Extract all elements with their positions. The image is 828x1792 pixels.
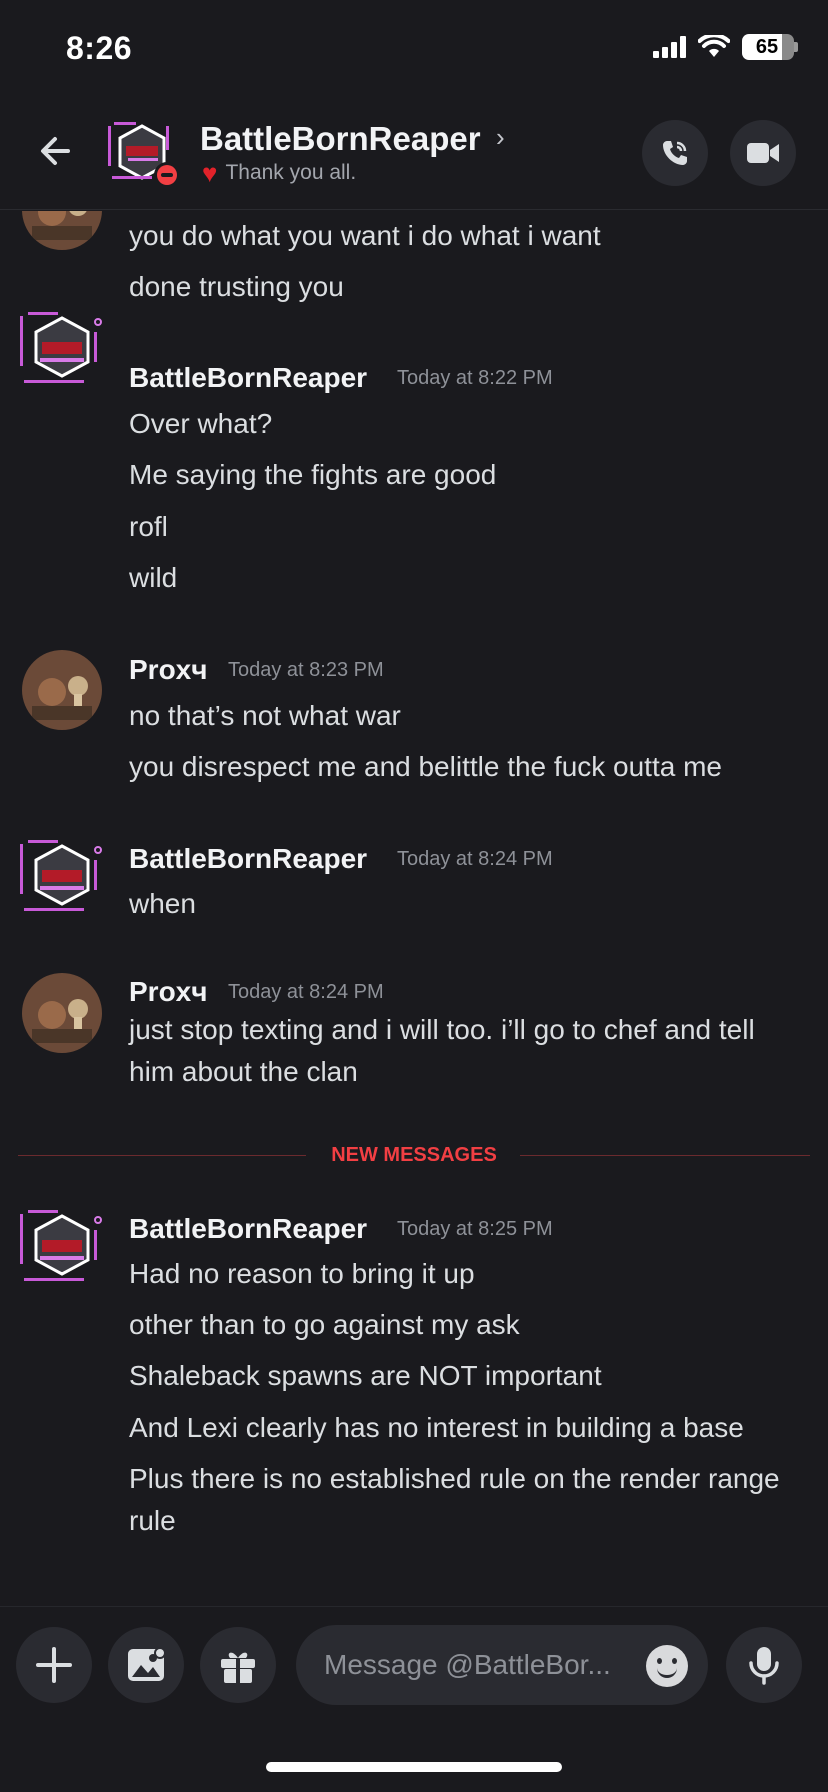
message-text: you disrespect me and belittle the fuck … bbox=[129, 751, 722, 782]
new-messages-divider: NEW MESSAGES bbox=[18, 1144, 810, 1166]
battery-level: 65 bbox=[755, 35, 779, 58]
message-text: you do what you want i do what i want bbox=[129, 220, 601, 251]
message-text: Had no reason to bring it up bbox=[129, 1258, 475, 1289]
cellular-signal-icon bbox=[653, 36, 686, 58]
header-username[interactable]: BattleBornReaper bbox=[200, 120, 481, 158]
message-input-container[interactable] bbox=[296, 1625, 708, 1705]
message-text: Over what? bbox=[129, 408, 273, 439]
custom-status-text: Thank you all. bbox=[225, 161, 357, 184]
voice-message-button[interactable] bbox=[726, 1627, 802, 1703]
message-text: no that’s not what war bbox=[129, 700, 401, 731]
emoji-icon[interactable] bbox=[646, 1645, 688, 1687]
battery-icon: 65 bbox=[742, 34, 798, 60]
home-indicator[interactable] bbox=[266, 1762, 562, 1772]
user-avatar[interactable] bbox=[18, 310, 108, 392]
video-call-button[interactable] bbox=[730, 120, 796, 186]
message-text: Plus there is no established rule on the… bbox=[129, 1463, 780, 1536]
custom-status: ♥ Thank you all. bbox=[202, 160, 356, 186]
message-timestamp: Today at 8:24 PM bbox=[397, 848, 553, 870]
new-messages-label: NEW MESSAGES bbox=[319, 1144, 509, 1166]
phone-icon bbox=[663, 141, 687, 165]
attach-button[interactable] bbox=[16, 1627, 92, 1703]
message-text: wild bbox=[129, 562, 178, 593]
message-text: And Lexi clearly has no interest in buil… bbox=[129, 1412, 744, 1443]
user-avatar[interactable] bbox=[22, 211, 102, 250]
status-bar: 8:26 65 bbox=[0, 0, 828, 100]
image-upload-button[interactable] bbox=[108, 1627, 184, 1703]
message-text: rofl bbox=[129, 511, 168, 542]
status-icons: 65 bbox=[653, 34, 798, 60]
heart-emoji-icon: ♥ bbox=[202, 158, 218, 188]
message-timestamp: Today at 8:25 PM bbox=[397, 1218, 553, 1240]
voice-call-button[interactable] bbox=[642, 120, 708, 186]
plus-icon bbox=[36, 1647, 72, 1683]
dnd-status-icon bbox=[154, 162, 180, 188]
gift-icon bbox=[221, 1652, 255, 1683]
microphone-icon bbox=[749, 1647, 779, 1685]
message-author[interactable]: BattleBornReaper bbox=[129, 1213, 367, 1245]
message-author[interactable]: BattleBornReaper bbox=[129, 362, 367, 394]
user-avatar[interactable] bbox=[18, 1208, 108, 1290]
message-input[interactable] bbox=[324, 1625, 634, 1705]
message-text: Shaleback spawns are NOT important bbox=[129, 1360, 602, 1391]
status-time: 8:26 bbox=[66, 30, 133, 66]
message-timestamp: Today at 8:23 PM bbox=[228, 659, 384, 681]
user-avatar[interactable] bbox=[18, 838, 108, 920]
message-timestamp: Today at 8:24 PM bbox=[228, 981, 384, 1003]
user-avatar[interactable] bbox=[22, 650, 102, 730]
message-author[interactable]: Рroxч bbox=[129, 654, 208, 686]
gift-button[interactable] bbox=[200, 1627, 276, 1703]
message-text: when bbox=[129, 888, 196, 919]
chevron-right-icon[interactable]: › bbox=[496, 122, 505, 153]
user-avatar[interactable] bbox=[22, 973, 102, 1053]
conversation-header: BattleBornReaper › ♥ Thank you all. bbox=[0, 100, 828, 210]
image-icon bbox=[128, 1647, 166, 1681]
wifi-icon bbox=[698, 35, 730, 57]
video-icon bbox=[747, 143, 779, 163]
message-text: Me saying the fights are good bbox=[129, 459, 497, 490]
message-author[interactable]: Рroxч bbox=[129, 976, 208, 1008]
message-text: done trusting you bbox=[129, 271, 344, 302]
back-arrow-icon[interactable] bbox=[34, 128, 80, 174]
message-text: just stop texting and i will too. i’ll g… bbox=[129, 1014, 755, 1087]
message-author[interactable]: BattleBornReaper bbox=[129, 843, 367, 875]
message-timestamp: Today at 8:22 PM bbox=[397, 367, 553, 389]
message-list[interactable]: you do what you want i do what i want do… bbox=[0, 211, 828, 1606]
message-text: other than to go against my ask bbox=[129, 1309, 520, 1340]
